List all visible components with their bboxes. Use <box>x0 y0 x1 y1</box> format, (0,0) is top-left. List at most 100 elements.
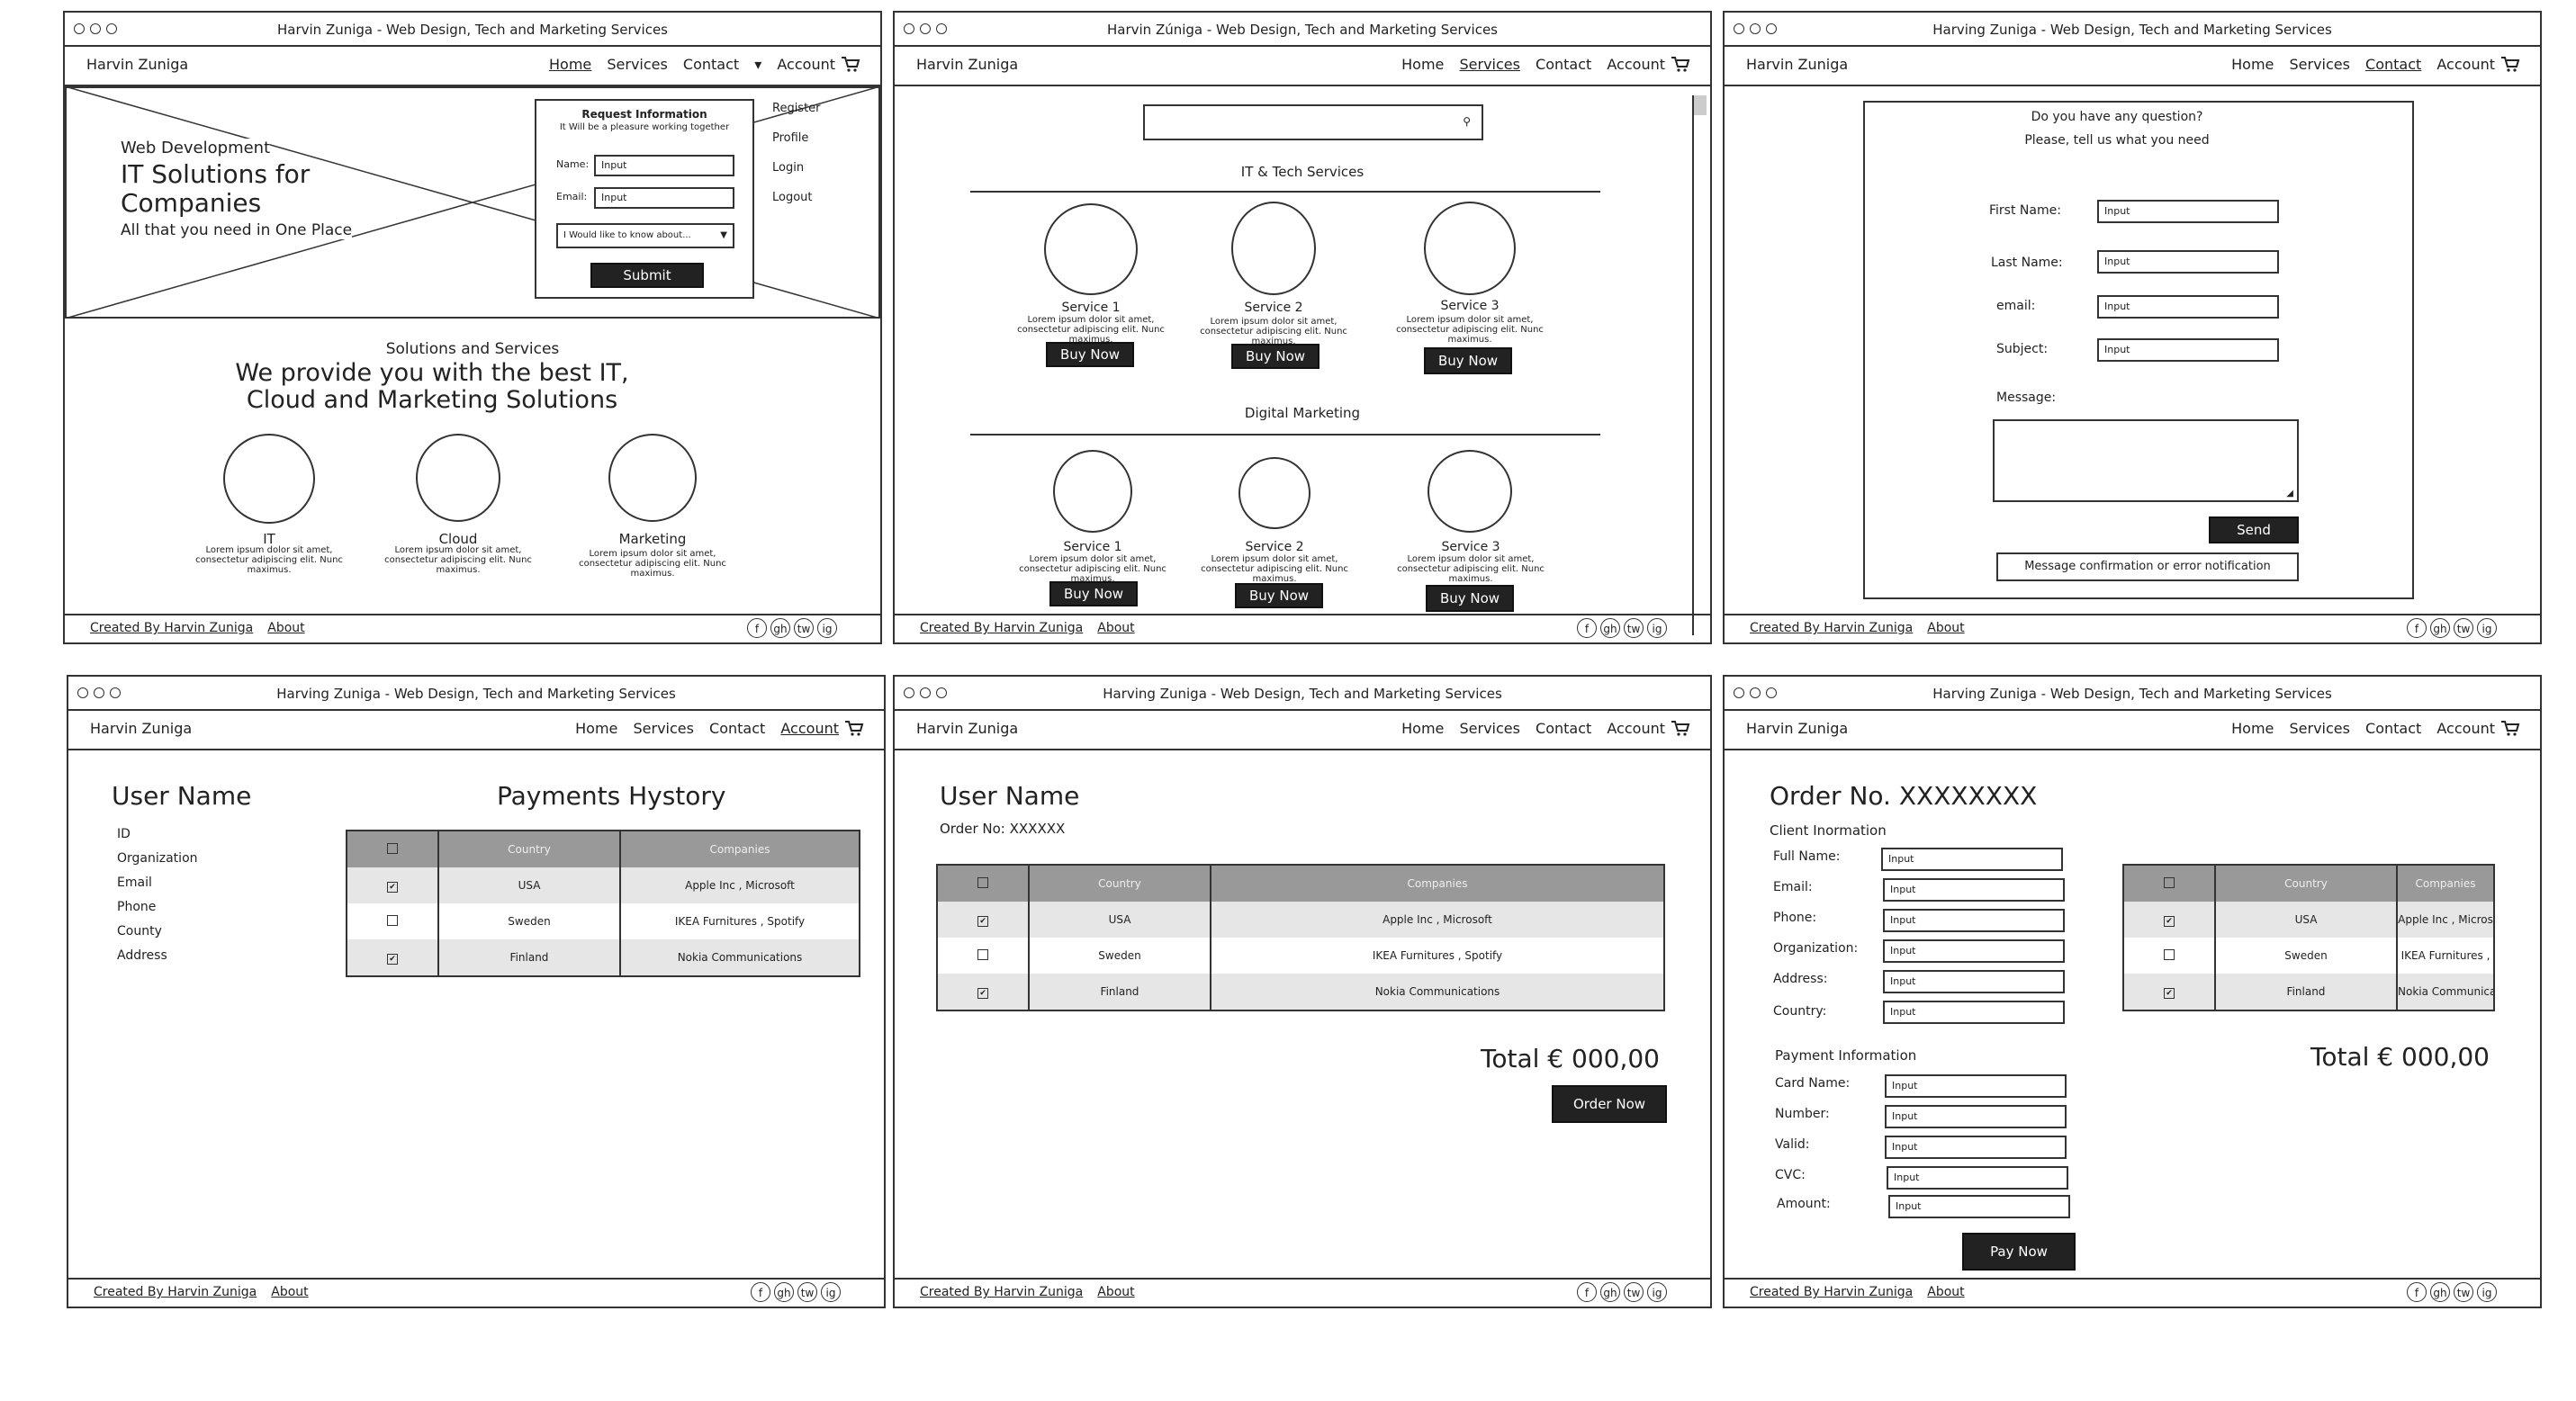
brand[interactable]: Harvin Zuniga <box>916 720 1018 737</box>
select-all-checkbox[interactable] <box>347 831 438 867</box>
twitter-icon[interactable]: tw <box>2454 618 2473 638</box>
row-checkbox[interactable]: ✔ <box>387 881 398 893</box>
facebook-icon[interactable]: f <box>2407 1282 2427 1302</box>
table-row[interactable]: ✔ USA Apple Inc , Microsoft <box>937 902 1664 938</box>
footer-about-link[interactable]: About <box>1927 621 1964 635</box>
nav-services[interactable]: Services <box>1459 56 1519 73</box>
nav-contact[interactable]: Contact <box>709 720 765 737</box>
nav-account[interactable]: Account <box>780 720 839 737</box>
footer-credit-link[interactable]: Created By Harvin Zuniga <box>1750 621 1913 635</box>
github-icon[interactable]: gh <box>774 1282 794 1302</box>
nav-services[interactable]: Services <box>2289 56 2349 73</box>
send-button[interactable]: Send <box>2209 516 2299 543</box>
footer-about-link[interactable]: About <box>1097 1285 1134 1299</box>
order-now-button[interactable]: Order Now <box>1552 1085 1667 1123</box>
email-input[interactable]: Input <box>2097 295 2279 319</box>
nav-home[interactable]: Home <box>575 720 617 737</box>
brand[interactable]: Harvin Zuniga <box>916 56 1018 73</box>
nav-home[interactable]: Home <box>1401 720 1444 737</box>
row-checkbox[interactable]: ✔ <box>2164 987 2175 999</box>
instagram-icon[interactable]: ig <box>1647 618 1667 638</box>
github-icon[interactable]: gh <box>770 618 790 638</box>
row-checkbox[interactable]: ✔ <box>387 953 398 965</box>
phone-input[interactable]: Input <box>1883 909 2065 932</box>
nav-account[interactable]: Account <box>1607 56 1665 73</box>
message-textarea[interactable]: ◢ <box>1993 419 2299 502</box>
cart-icon[interactable] <box>1671 720 1690 736</box>
nav-services[interactable]: Services <box>2289 720 2349 737</box>
country-input[interactable]: Input <box>1883 1001 2065 1024</box>
menu-profile[interactable]: Profile <box>772 123 821 153</box>
footer-credit-link[interactable]: Created By Harvin Zuniga <box>90 621 253 635</box>
nav-contact[interactable]: Contact <box>683 56 739 73</box>
select-all-checkbox[interactable] <box>2123 865 2215 902</box>
table-row[interactable]: ✔ Finland Nokia Communica <box>2123 974 2494 1010</box>
table-row[interactable]: Sweden IKEA Furnitures , Spotify <box>347 903 860 939</box>
footer-about-link[interactable]: About <box>267 621 304 635</box>
cvc-input[interactable]: Input <box>1887 1166 2068 1190</box>
interest-select[interactable]: I Would like to know about... ▼ <box>556 223 734 248</box>
menu-logout[interactable]: Logout <box>772 183 821 212</box>
nav-contact[interactable]: Contact <box>2365 720 2421 737</box>
select-all-checkbox[interactable] <box>937 865 1029 902</box>
row-checkbox[interactable] <box>977 948 988 960</box>
footer-credit-link[interactable]: Created By Harvin Zuniga <box>94 1285 257 1299</box>
github-icon[interactable]: gh <box>1600 1282 1620 1302</box>
instagram-icon[interactable]: ig <box>2477 1282 2497 1302</box>
facebook-icon[interactable]: f <box>751 1282 770 1302</box>
last-name-input[interactable]: Input <box>2097 250 2279 274</box>
nav-home[interactable]: Home <box>2231 720 2274 737</box>
footer-credit-link[interactable]: Created By Harvin Zuniga <box>920 1285 1083 1299</box>
nav-home[interactable]: Home <box>1401 56 1444 73</box>
buy-now-button[interactable]: Buy Now <box>1046 342 1134 367</box>
facebook-icon[interactable]: f <box>1577 1282 1597 1302</box>
card-name-input[interactable]: Input <box>1885 1074 2067 1098</box>
facebook-icon[interactable]: f <box>747 618 767 638</box>
cart-icon[interactable] <box>2500 720 2520 736</box>
full-name-input[interactable]: Input <box>1881 848 2063 871</box>
instagram-icon[interactable]: ig <box>2477 618 2497 638</box>
twitter-icon[interactable]: tw <box>1624 1282 1644 1302</box>
brand[interactable]: Harvin Zuniga <box>86 56 188 73</box>
twitter-icon[interactable]: tw <box>794 618 814 638</box>
footer-about-link[interactable]: About <box>1927 1285 1964 1299</box>
email-input[interactable]: Input <box>1883 878 2065 902</box>
table-row[interactable]: Sweden IKEA Furnitures , <box>2123 938 2494 974</box>
instagram-icon[interactable]: ig <box>1647 1282 1667 1302</box>
nav-contact[interactable]: Contact <box>1536 720 1591 737</box>
name-input[interactable]: Input <box>594 155 734 176</box>
email-input[interactable]: Input <box>594 187 734 209</box>
twitter-icon[interactable]: tw <box>797 1282 817 1302</box>
table-row[interactable]: ✔ USA Apple Inc , Microsoft <box>347 867 860 903</box>
subject-input[interactable]: Input <box>2097 338 2279 362</box>
valid-input[interactable]: Input <box>1885 1136 2067 1159</box>
buy-now-button[interactable]: Buy Now <box>1235 583 1323 608</box>
table-row[interactable]: ✔ Finland Nokia Communications <box>347 939 860 976</box>
row-checkbox[interactable]: ✔ <box>2164 915 2175 927</box>
github-icon[interactable]: gh <box>2430 618 2450 638</box>
buy-now-button[interactable]: Buy Now <box>1231 344 1320 369</box>
amount-input[interactable]: Input <box>1888 1195 2070 1218</box>
table-row[interactable]: ✔ Finland Nokia Communications <box>937 974 1664 1010</box>
nav-services[interactable]: Services <box>1459 720 1519 737</box>
organization-input[interactable]: Input <box>1883 939 2065 963</box>
nav-account[interactable]: Account <box>2436 720 2495 737</box>
buy-now-button[interactable]: Buy Now <box>1424 347 1512 374</box>
address-input[interactable]: Input <box>1883 970 2065 993</box>
table-row[interactable]: Sweden IKEA Furnitures , Spotify <box>937 938 1664 974</box>
table-row[interactable]: ✔ USA Apple Inc , Micros <box>2123 902 2494 938</box>
instagram-icon[interactable]: ig <box>821 1282 841 1302</box>
menu-login[interactable]: Login <box>772 153 821 183</box>
row-checkbox[interactable] <box>2164 948 2175 960</box>
twitter-icon[interactable]: tw <box>2454 1282 2473 1302</box>
buy-now-button[interactable]: Buy Now <box>1049 581 1138 606</box>
cart-icon[interactable] <box>2500 56 2520 72</box>
footer-about-link[interactable]: About <box>271 1285 308 1299</box>
brand[interactable]: Harvin Zuniga <box>1746 720 1848 737</box>
cart-icon[interactable] <box>844 720 864 736</box>
nav-account[interactable]: Account <box>1607 720 1665 737</box>
nav-services[interactable]: Services <box>633 720 693 737</box>
buy-now-button[interactable]: Buy Now <box>1426 585 1514 612</box>
instagram-icon[interactable]: ig <box>817 618 837 638</box>
row-checkbox[interactable]: ✔ <box>977 987 988 999</box>
